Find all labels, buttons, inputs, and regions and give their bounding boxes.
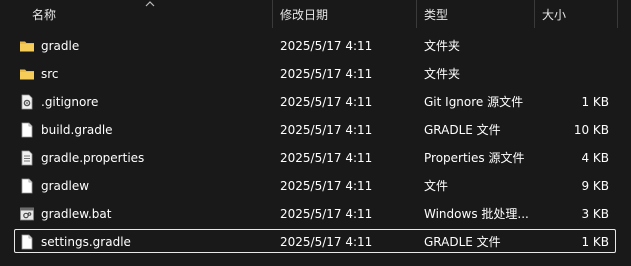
file-modified: 2025/5/17 4:11: [280, 67, 373, 81]
file-size: 10 KB: [573, 123, 609, 137]
file-row-build-gradle[interactable]: build.gradle 2025/5/17 4:11 GRADLE 文件 10…: [0, 116, 631, 144]
file-name: gradle.properties: [41, 151, 145, 165]
column-divider[interactable]: [416, 0, 417, 28]
file-row-gradle[interactable]: gradle 2025/5/17 4:11 文件夹: [0, 32, 631, 60]
file-icon: [21, 178, 33, 194]
file-row-gitignore[interactable]: .gitignore 2025/5/17 4:11 Git Ignore 源文件…: [0, 88, 631, 116]
file-name: gradlew.bat: [41, 207, 112, 221]
file-row-src[interactable]: src 2025/5/17 4:11 文件夹: [0, 60, 631, 88]
file-modified: 2025/5/17 4:11: [280, 123, 373, 137]
file-modified: 2025/5/17 4:11: [280, 179, 373, 193]
column-divider[interactable]: [534, 0, 535, 28]
file-name: build.gradle: [41, 123, 113, 137]
file-row-settings-gradle[interactable]: settings.gradle 2025/5/17 4:11 GRADLE 文件…: [0, 228, 631, 256]
file-size: 1 KB: [581, 235, 609, 249]
file-modified: 2025/5/17 4:11: [280, 235, 373, 249]
file-name: settings.gradle: [41, 235, 131, 249]
settings-file-icon: [21, 94, 33, 110]
file-modified: 2025/5/17 4:11: [280, 39, 373, 53]
file-type: Git Ignore 源文件: [424, 95, 524, 109]
file-type: Windows 批处理...: [424, 207, 529, 221]
file-modified: 2025/5/17 4:11: [280, 95, 373, 109]
file-type: GRADLE 文件: [424, 123, 501, 137]
file-type: GRADLE 文件: [424, 235, 501, 249]
file-type: 文件: [424, 179, 449, 193]
file-type: 文件夹: [424, 39, 461, 53]
column-header-name[interactable]: 名称: [32, 7, 56, 23]
column-divider[interactable]: [617, 0, 618, 28]
batch-file-icon: [20, 207, 34, 221]
folder-icon: [20, 69, 34, 80]
file-modified: 2025/5/17 4:11: [280, 151, 373, 165]
file-row-gradlew-bat[interactable]: gradlew.bat 2025/5/17 4:11 Windows 批处理..…: [0, 200, 631, 228]
file-row-gradlew[interactable]: gradlew 2025/5/17 4:11 文件 9 KB: [0, 172, 631, 200]
column-header-type[interactable]: 类型: [424, 7, 448, 23]
file-name: src: [41, 67, 59, 81]
column-header-modified[interactable]: 修改日期: [280, 7, 328, 23]
file-icon: [21, 122, 33, 138]
file-name: .gitignore: [41, 95, 99, 109]
folder-icon: [20, 41, 34, 52]
file-row-gradle-properties[interactable]: gradle.properties 2025/5/17 4:11 Propert…: [0, 144, 631, 172]
file-size: 1 KB: [581, 95, 609, 109]
file-type: 文件夹: [424, 67, 461, 81]
file-size: 4 KB: [581, 151, 609, 165]
file-name: gradle: [41, 39, 80, 53]
text-file-icon: [21, 150, 33, 166]
file-size: 9 KB: [581, 179, 609, 193]
file-modified: 2025/5/17 4:11: [280, 207, 373, 221]
column-divider[interactable]: [272, 0, 273, 28]
column-header-size[interactable]: 大小: [542, 7, 566, 23]
file-type: Properties 源文件: [424, 151, 525, 165]
file-icon: [21, 234, 33, 250]
column-header-bar: 名称 修改日期 类型 大小: [0, 0, 631, 28]
file-size: 3 KB: [581, 207, 609, 221]
file-name: gradlew: [41, 179, 90, 193]
sort-ascending-icon: [145, 1, 155, 7]
